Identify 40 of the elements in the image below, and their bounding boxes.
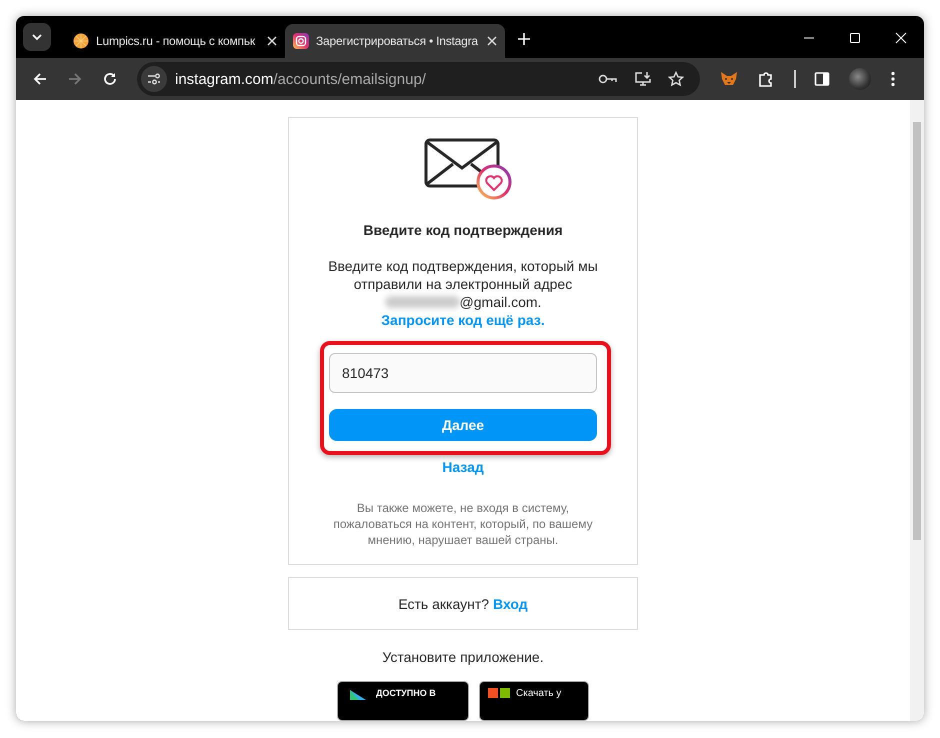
- tab-title: Lumpics.ru - помощь с компьк: [96, 34, 256, 48]
- sliders-icon: [147, 73, 161, 85]
- tab-title: Зарегистрироваться • Instagra: [316, 34, 479, 48]
- badge-text: ДОСТУПНО В: [376, 688, 436, 698]
- store-badge[interactable]: ДОСТУПНО В: [337, 681, 469, 721]
- tab-search-button[interactable]: [23, 23, 51, 51]
- close-icon[interactable]: [487, 36, 497, 46]
- instruction-text: Введите код подтверждения, который мы отправили на электронный адрес @gmail.com. Запросите код ещё раз.: [327, 257, 599, 329]
- browser-tab[interactable]: Lumpics.ru - помощь с компьк: [65, 24, 285, 58]
- card-heading: Введите код подтверждения: [363, 222, 563, 238]
- fox-icon[interactable]: [720, 71, 738, 87]
- store-badge[interactable]: Скачать у: [479, 681, 589, 721]
- close-icon[interactable]: [267, 36, 277, 46]
- forward-arrow-icon[interactable]: [67, 71, 83, 87]
- chevron-down-icon: [31, 33, 43, 41]
- address-bar[interactable]: instagram.com/accounts/emailsignup/: [137, 62, 700, 96]
- badge-text: Скачать у: [516, 688, 562, 699]
- side-panel-icon[interactable]: [814, 71, 830, 87]
- report-note: Вы также можете, не входя в систему, пожаловаться на контент, который, по вашему мнению, нарушает вашей страны.: [332, 500, 594, 548]
- more-menu-icon[interactable]: [891, 71, 895, 87]
- site-settings-button[interactable]: [141, 66, 167, 92]
- install-app-icon[interactable]: [634, 71, 652, 87]
- scrollbar[interactable]: [910, 100, 924, 721]
- have-account-text: Есть аккаунт?: [398, 596, 490, 612]
- windows-logo-icon: [488, 688, 510, 698]
- code-input-field[interactable]: 810473: [329, 353, 597, 393]
- reload-icon[interactable]: [102, 71, 118, 87]
- fruit-slice-icon: [73, 33, 89, 49]
- back-arrow-icon[interactable]: [32, 71, 48, 87]
- star-icon[interactable]: [668, 71, 684, 87]
- url-text: instagram.com/accounts/emailsignup/: [175, 70, 426, 88]
- key-icon[interactable]: [598, 73, 618, 85]
- new-tab-icon[interactable]: [517, 32, 531, 46]
- install-app-text: Установите приложение.: [382, 649, 544, 665]
- instagram-icon: [293, 33, 309, 49]
- envelope-heart-icon: [424, 138, 514, 200]
- maximize-icon[interactable]: [849, 32, 861, 44]
- puzzle-icon[interactable]: [757, 70, 775, 88]
- profile-avatar[interactable]: [849, 68, 871, 90]
- browser-tab[interactable]: Зарегистрироваться • Instagra: [285, 24, 505, 58]
